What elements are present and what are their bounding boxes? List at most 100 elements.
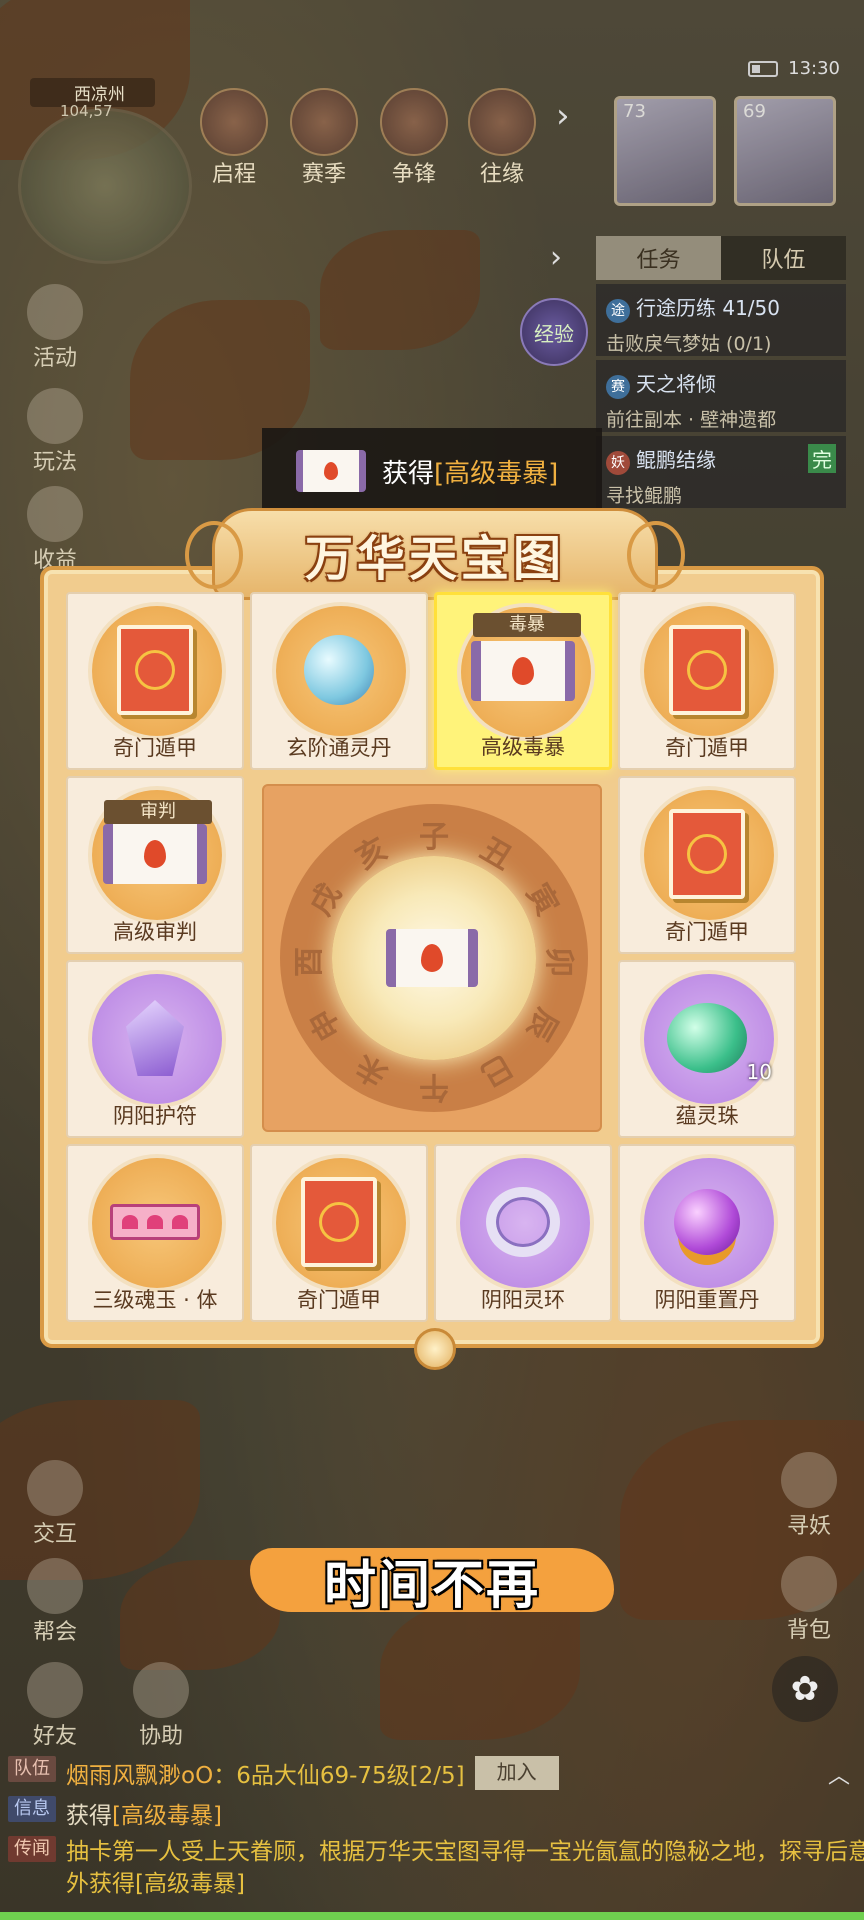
exp-button[interactable]: 经验 (520, 298, 588, 366)
task-item[interactable]: 妖鲲鹏结缘 完 寻找鲲鹏 (596, 436, 846, 508)
reward-cell[interactable]: 玄阶通灵丹 (250, 592, 428, 770)
toast-item: [高级毒暴] (434, 458, 559, 489)
task-item[interactable]: 赛天之将倾 前往副本 · 壁神遗都 (596, 360, 846, 432)
reward-cell[interactable]: 奇门遁甲 (66, 592, 244, 770)
minimap[interactable] (18, 108, 192, 264)
left-menu-label: 帮会 (32, 1620, 77, 1645)
bag-icon (781, 1556, 837, 1612)
party-portrait-1[interactable]: 73 (614, 96, 716, 206)
zodiac-dial[interactable]: 子丑寅卯辰巳午未申酉戌亥 (262, 784, 602, 1132)
zodiac-branch: 酉 (292, 947, 327, 977)
party-level: 69 (743, 101, 766, 122)
reward-label: 阴阳护符 (113, 1104, 197, 1128)
pearl-icon (304, 635, 374, 705)
reward-label: 三级魂玉 · 体 (92, 1288, 218, 1312)
reward-cell[interactable]: 奇门遁甲 (618, 592, 796, 770)
gameplay-icon (27, 388, 83, 444)
activity-icon (27, 284, 83, 340)
reward-cell[interactable]: 奇门遁甲 (618, 776, 796, 954)
task-title: 鲲鹏结缘 (636, 448, 716, 472)
tab-tasks[interactable]: 任务 (596, 236, 721, 280)
panel-bottom-knob (414, 1328, 456, 1370)
reward-label: 奇门遁甲 (665, 736, 749, 760)
reward-cell[interactable]: 阴阳护符 (66, 960, 244, 1138)
left-menu-guild[interactable]: 帮会 (20, 1558, 90, 1646)
reward-cell[interactable]: 审判 高级审判 (66, 776, 244, 954)
reward-cell[interactable]: 10 蕴灵珠 (618, 960, 796, 1138)
reward-cell-selected[interactable]: 毒暴 高级毒暴 (434, 592, 612, 770)
collapse-panel-icon[interactable]: › (550, 240, 562, 275)
chat-line: 队伍 烟雨风飘渺oO：6品大仙69-75级[2/5] 加入 (8, 1756, 864, 1790)
right-menu-hunt[interactable]: 寻妖 (774, 1452, 844, 1540)
reward-tag: 毒暴 (473, 613, 581, 637)
side-menu-label: 活动 (32, 346, 77, 371)
panel-title-banner: 万华天宝图 (185, 508, 685, 600)
reward-toast: 获得[高级毒暴] (262, 428, 602, 514)
task-panel: 任务 队伍 途行途历练 41/50 击败戾气梦姑 (0/1) 赛天之将倾 前往副… (596, 236, 846, 508)
clock: 13:30 (788, 58, 840, 79)
book-icon (301, 1177, 377, 1267)
chevron-right-icon[interactable]: › (556, 96, 570, 136)
top-menu-qicheng[interactable]: 启程 (198, 88, 270, 188)
left-menu-assist[interactable]: 协助 (126, 1662, 196, 1750)
left-menu-interact[interactable]: 交互 (20, 1460, 90, 1548)
left-menu-friends[interactable]: 好友 (20, 1662, 90, 1750)
reward-cell[interactable]: 阴阳灵环 (434, 1144, 612, 1322)
task-desc: 击败戾气梦姑 (0/1) (606, 333, 772, 355)
book-icon (117, 625, 193, 715)
chat-text: 获得 (66, 1803, 112, 1829)
side-menu-activity[interactable]: 活动 (20, 284, 90, 372)
left-menu-label: 协助 (138, 1724, 183, 1749)
task-badge: 赛 (606, 375, 630, 399)
reward-cell[interactable]: 阴阳重置丹 (618, 1144, 796, 1322)
subtitle-text: 时间不再 (323, 1555, 540, 1616)
scroll-icon (296, 450, 366, 492)
party-portrait-2[interactable]: 69 (734, 96, 836, 206)
reward-label: 阴阳重置丹 (654, 1288, 760, 1312)
chat-sender: 烟雨风飘渺oO (66, 1763, 214, 1789)
assist-icon (133, 1662, 189, 1718)
chat-log[interactable]: 队伍 烟雨风飘渺oO：6品大仙69-75级[2/5] 加入 信息 获得[高级毒暴… (0, 1752, 864, 1910)
chat-channel-tag: 队伍 (8, 1756, 56, 1782)
task-desc: 前往副本 · 壁神遗都 (606, 409, 777, 431)
tab-team[interactable]: 队伍 (721, 236, 846, 280)
chat-text: 抽卡第一人受上天眷顾，根据万华天宝图寻得一宝光氤氲的隐秘之地，探寻后意外获得[高… (66, 1839, 864, 1897)
book-icon (669, 809, 745, 899)
reward-label: 高级审判 (113, 920, 197, 944)
task-complete-badge: 完 (808, 444, 836, 473)
flower-icon[interactable]: ✿ (772, 1656, 838, 1722)
reward-cell[interactable]: 三级魂玉 · 体 (66, 1144, 244, 1322)
zodiac-branch: 卯 (541, 947, 576, 977)
interact-icon (27, 1460, 83, 1516)
season-icon (290, 88, 358, 156)
top-menu-label: 往缘 (479, 162, 524, 187)
scroll-icon (103, 824, 207, 884)
compete-icon (380, 88, 448, 156)
top-menu-fate[interactable]: 往缘 (466, 88, 538, 188)
join-team-button[interactable]: 加入 (474, 1756, 559, 1790)
hunt-icon (781, 1452, 837, 1508)
side-menu-earnings[interactable]: 收益 (20, 486, 90, 574)
top-menu-compete[interactable]: 争锋 (378, 88, 450, 188)
scroll-icon (471, 641, 575, 701)
task-desc: 寻找鲲鹏 (606, 485, 683, 507)
banner-ornament-right (627, 521, 685, 589)
scroll-menu-icon (200, 88, 268, 156)
task-item[interactable]: 途行途历练 41/50 击败戾气梦姑 (0/1) (596, 284, 846, 356)
top-menu-season[interactable]: 赛季 (288, 88, 360, 188)
top-menu-label: 赛季 (301, 162, 346, 187)
location-coords: 104,57 (60, 102, 113, 120)
task-title: 天之将倾 (636, 372, 716, 396)
chat-text: ：6品大仙69-75级[2/5] (213, 1763, 465, 1789)
chat-item-link[interactable]: [高级毒暴] (112, 1803, 222, 1829)
task-badge: 妖 (606, 451, 630, 475)
reward-cell[interactable]: 奇门遁甲 (250, 1144, 428, 1322)
side-menu-gameplay[interactable]: 玩法 (20, 388, 90, 476)
chat-line: 信息 获得[高级毒暴] (8, 1796, 864, 1830)
right-menu-label: 背包 (786, 1618, 831, 1643)
right-menu-bag[interactable]: 背包 (774, 1556, 844, 1644)
jade-icon (667, 1003, 747, 1073)
chat-channel-tag: 信息 (8, 1796, 56, 1822)
chat-channel-tag: 传闻 (8, 1836, 56, 1862)
side-menu-label: 玩法 (32, 450, 77, 475)
